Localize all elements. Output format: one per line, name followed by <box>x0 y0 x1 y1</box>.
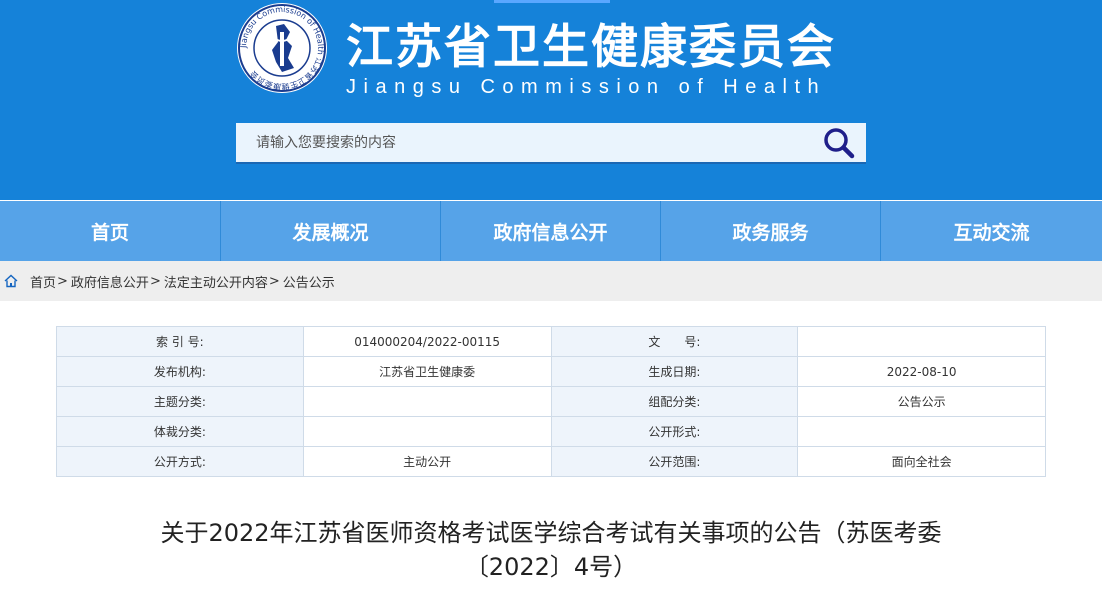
meta-label-genre: 体裁分类: <box>56 416 304 447</box>
meta-value-scope: 面向全社会 <box>797 446 1046 477</box>
breadcrumb-separator: > <box>57 273 68 289</box>
meta-value-disclosure-form <box>797 416 1046 447</box>
meta-label-date: 生成日期: <box>550 356 799 387</box>
meta-label-doc-number: 文 号: <box>550 326 799 357</box>
meta-value-doc-number <box>797 326 1046 357</box>
table-row: 体裁分类: 公开形式: <box>56 416 1046 447</box>
emblem-logo[interactable]: Jiangsu Commission of Health 江苏省卫生健康委员会 <box>236 2 328 94</box>
meta-value-disclosure-method: 主动公开 <box>302 446 552 477</box>
search-bar <box>236 123 866 164</box>
table-row: 主题分类: 组配分类: 公告公示 <box>56 386 1046 417</box>
breadcrumb: 首页 > 政府信息公开 > 法定主动公开内容 > 公告公示 <box>0 261 1102 301</box>
breadcrumb-home[interactable]: 首页 <box>30 272 56 291</box>
meta-value-index: 014000204/2022-00115 <box>302 326 552 357</box>
nav-item-development[interactable]: 发展概况 <box>221 201 441 261</box>
main-nav: 首页 发展概况 政府信息公开 政务服务 互动交流 <box>0 201 1102 261</box>
breadcrumb-separator: > <box>149 273 161 289</box>
meta-label-topic: 主题分类: <box>56 386 304 417</box>
meta-label-index: 索 引 号: <box>56 326 304 357</box>
breadcrumb-notices[interactable]: 公告公示 <box>283 272 335 291</box>
site-header: Jiangsu Commission of Health 江苏省卫生健康委员会 … <box>0 0 1102 200</box>
article-title-line-1: 关于2022年江苏省医师资格考试医学综合考试有关事项的公告（苏医考委 <box>160 519 942 547</box>
breadcrumb-gov-info[interactable]: 政府信息公开 <box>71 272 149 291</box>
article-title: 关于2022年江苏省医师资格考试医学综合考试有关事项的公告（苏医考委 〔2022… <box>120 516 982 584</box>
header-accent-bar <box>494 0 610 3</box>
site-title-en: Jiangsu Commission of Health <box>346 76 827 98</box>
info-metadata-table: 索 引 号: 014000204/2022-00115 文 号: 发布机构: 江… <box>56 326 1046 477</box>
meta-label-scope: 公开范围: <box>550 446 799 477</box>
breadcrumb-statutory[interactable]: 法定主动公开内容 <box>164 272 268 291</box>
meta-value-publisher: 江苏省卫生健康委 <box>302 356 552 387</box>
meta-label-category: 组配分类: <box>550 386 799 417</box>
table-row: 发布机构: 江苏省卫生健康委 生成日期: 2022-08-10 <box>56 356 1046 387</box>
search-input[interactable] <box>236 123 826 162</box>
meta-label-disclosure-method: 公开方式: <box>56 446 304 477</box>
meta-label-disclosure-form: 公开形式: <box>550 416 799 447</box>
nav-item-services[interactable]: 政务服务 <box>661 201 881 261</box>
meta-value-category: 公告公示 <box>797 386 1046 417</box>
nav-item-interaction[interactable]: 互动交流 <box>881 201 1102 261</box>
article-title-line-2: 〔2022〕4号） <box>464 553 638 581</box>
table-row: 索 引 号: 014000204/2022-00115 文 号: <box>56 326 1046 357</box>
search-icon[interactable] <box>822 127 856 159</box>
meta-value-topic <box>302 386 552 417</box>
home-icon[interactable] <box>4 274 18 288</box>
nav-item-home[interactable]: 首页 <box>0 201 221 261</box>
meta-value-genre <box>302 416 552 447</box>
site-title-cn: 江苏省卫生健康委员会 <box>346 20 836 75</box>
breadcrumb-separator: > <box>268 273 280 289</box>
nav-item-gov-info[interactable]: 政府信息公开 <box>441 201 661 261</box>
meta-value-date: 2022-08-10 <box>797 356 1046 387</box>
table-row: 公开方式: 主动公开 公开范围: 面向全社会 <box>56 446 1046 477</box>
meta-label-publisher: 发布机构: <box>56 356 304 387</box>
